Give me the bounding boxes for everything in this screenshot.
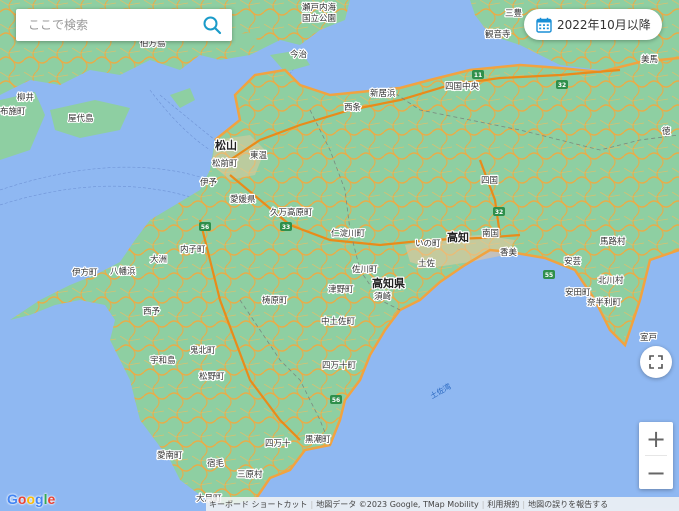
road-shield: 32: [493, 207, 505, 216]
label-tosa: 土佐: [418, 258, 436, 269]
label-matsuno: 松野町: [199, 371, 225, 382]
svg-text:33: 33: [282, 224, 290, 231]
calendar-icon: [536, 17, 552, 33]
road-shield: 11: [472, 70, 484, 79]
label-seiyo: 西予: [143, 307, 161, 317]
label-sukumo: 宿毛: [207, 458, 225, 469]
label-mitoyo: 三豊: [505, 8, 523, 19]
label-umaji: 馬路村: [600, 236, 626, 247]
label-nankoku: 南国: [482, 228, 499, 239]
fullscreen-icon: [649, 355, 663, 369]
svg-text:11: 11: [474, 72, 482, 79]
label-uchiko: 内子町: [180, 244, 206, 255]
label-ikata: 伊方町: [72, 267, 98, 278]
label-toku: 徳: [662, 126, 671, 137]
label-matsuyama: 松山: [215, 138, 237, 152]
report-error-link[interactable]: 地図の誤りを報告する: [525, 499, 611, 510]
label-ino: いの町: [415, 239, 441, 249]
label-national-park: 国立公園: [302, 13, 336, 24]
map-attribution: 地図データ ©2023 Google, TMap Mobility: [316, 499, 479, 509]
label-nahari: 奈半利町: [587, 297, 622, 308]
label-imabari: 今治: [290, 49, 308, 60]
label-shikokuchuo: 四国中央: [445, 81, 480, 92]
zoom-out-button[interactable]: −: [639, 456, 673, 489]
keyboard-shortcuts-link[interactable]: キーボード ショートカット: [206, 499, 311, 510]
road-shield: 32: [556, 80, 568, 89]
label-yasuda: 安田町: [565, 287, 591, 298]
label-kuroshio: 黒潮町: [305, 434, 331, 445]
label-kumakogen: 久万高原町: [270, 207, 313, 218]
label-shikoku: 四国: [481, 176, 498, 186]
zoom-control: + −: [639, 422, 673, 489]
label-aki: 安芸: [564, 256, 582, 267]
label-susaki: 須崎: [374, 291, 392, 302]
label-yusuhara: 梼原町: [262, 295, 288, 306]
terms-link[interactable]: 利用規約: [484, 499, 522, 510]
label-shimanto-cho: 四万十町: [322, 360, 357, 371]
label-saijo: 西条: [344, 102, 362, 113]
label-kanonji: 観音寺: [485, 29, 511, 40]
label-yashiro: 屋代島: [68, 113, 94, 124]
date-filter-button[interactable]: 2022年10月以降: [524, 9, 662, 40]
label-masaki: 松前町: [212, 158, 238, 169]
road-shield: 56: [199, 222, 211, 231]
label-kochi: 高知: [447, 230, 469, 244]
label-ainan: 愛南町: [157, 450, 183, 461]
road-shield: 55: [543, 270, 555, 279]
svg-text:55: 55: [545, 272, 553, 279]
label-nakatosa: 中土佐町: [321, 316, 356, 327]
label-ehime: 愛媛県: [230, 194, 256, 205]
road-shield: 33: [280, 222, 292, 231]
label-uwajima: 宇和島: [150, 355, 176, 366]
map-canvas[interactable]: 11 32 33 56 56 32 55 瀬戸内海 国立公園 三豊 観音寺 伯方…: [0, 0, 679, 511]
label-tsuno: 津野町: [328, 284, 354, 295]
search-input[interactable]: [26, 17, 200, 33]
label-toon: 東温: [250, 150, 268, 161]
label-fuse: 布施町: [0, 106, 26, 117]
svg-text:32: 32: [558, 82, 566, 89]
fullscreen-button[interactable]: [640, 346, 672, 378]
svg-text:56: 56: [332, 397, 340, 404]
label-setonaikai: 瀬戸内海: [302, 2, 337, 13]
google-logo: Google: [7, 491, 56, 507]
label-shimanto: 四万十: [265, 438, 291, 449]
label-yanai: 柳井: [17, 92, 34, 103]
label-mima: 美馬: [641, 54, 658, 65]
label-niyodogawa: 仁淀川町: [331, 228, 366, 239]
label-kami: 香美: [500, 247, 518, 258]
label-kihoku: 鬼北町: [190, 345, 216, 356]
label-mihara: 三原村: [237, 469, 263, 480]
label-yawatahama: 八幡浜: [110, 266, 136, 277]
label-kitagawa: 北川村: [598, 275, 624, 286]
svg-text:56: 56: [201, 224, 209, 231]
search-icon[interactable]: [202, 15, 222, 35]
date-filter-label: 2022年10月以降: [557, 18, 651, 32]
label-kochi-pref: 高知県: [372, 276, 405, 290]
label-ozu: 大洲: [150, 254, 167, 265]
label-sakawa: 佐川町: [352, 264, 378, 275]
label-niihama: 新居浜: [370, 88, 396, 99]
label-muroto: 室戸: [640, 332, 657, 343]
search-box: [16, 9, 232, 41]
map-footer: キーボード ショートカット | 地図データ ©2023 Google, TMap…: [206, 497, 679, 511]
svg-text:32: 32: [495, 209, 503, 216]
label-iyo: 伊予: [200, 177, 218, 188]
road-shield: 56: [330, 395, 342, 404]
zoom-in-button[interactable]: +: [639, 422, 673, 455]
